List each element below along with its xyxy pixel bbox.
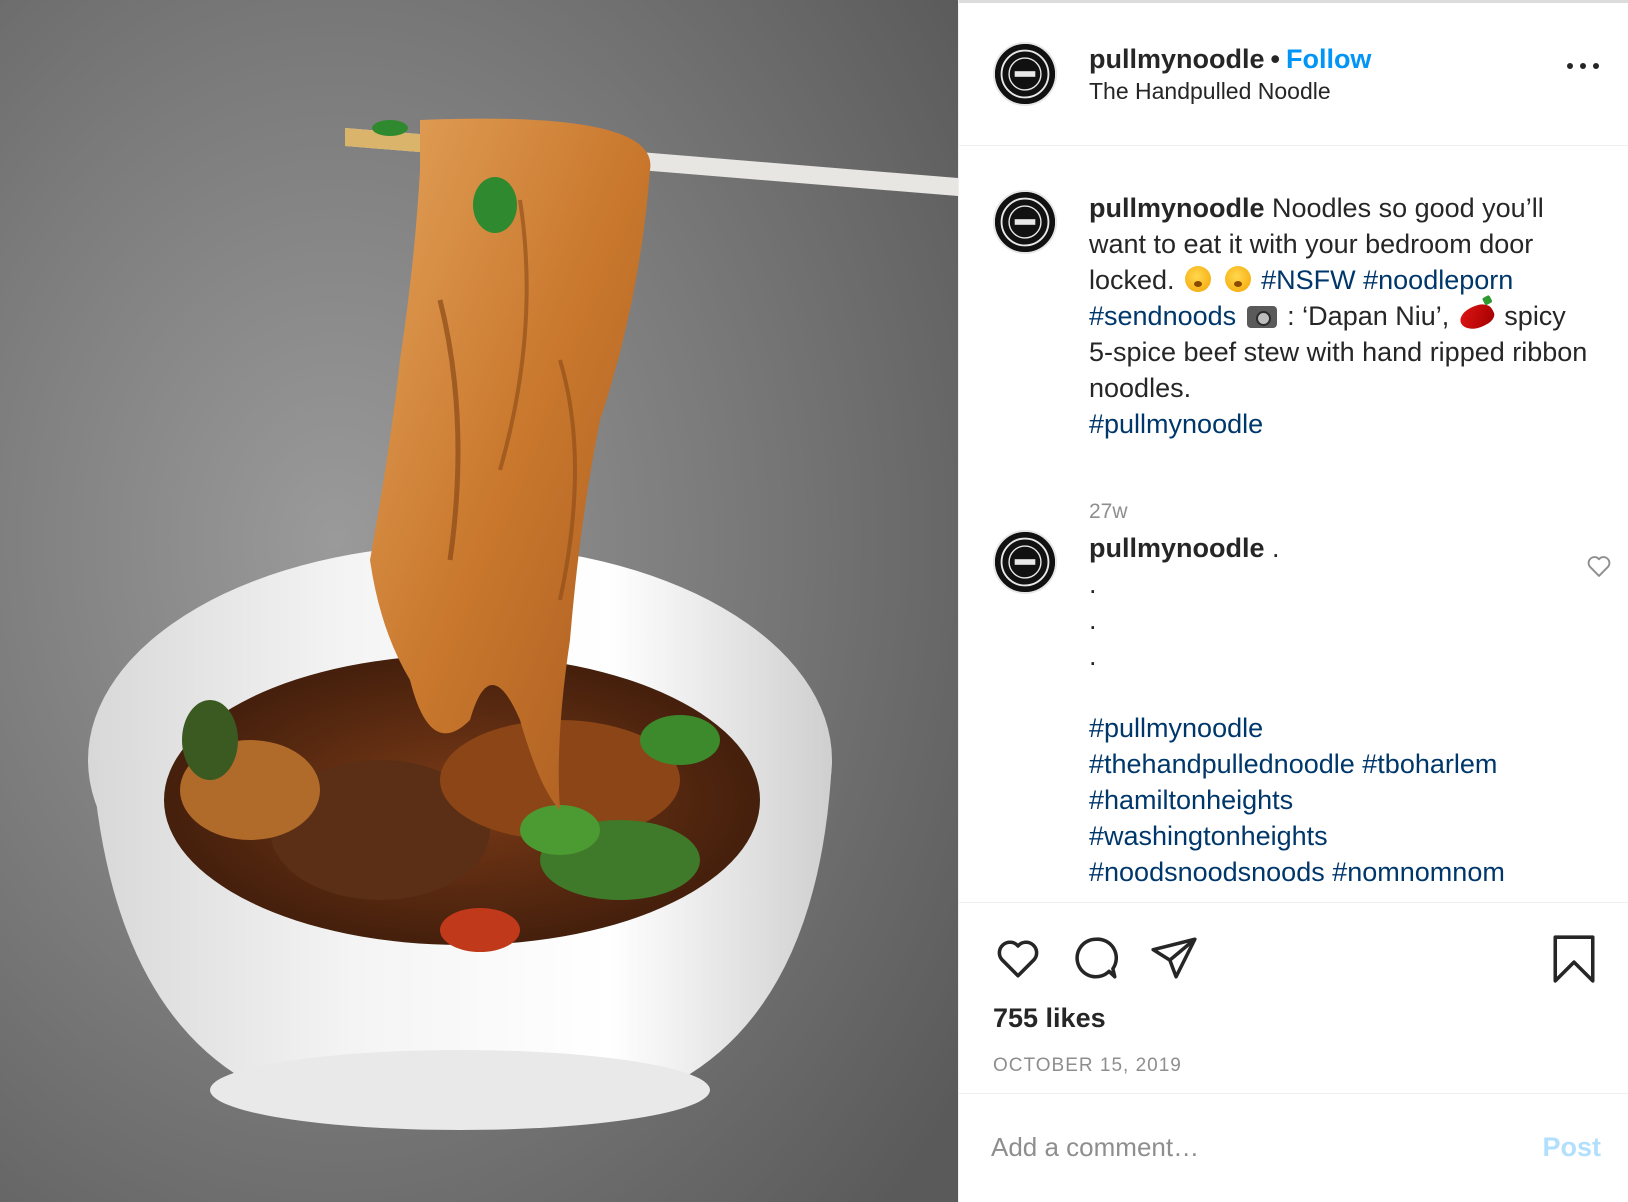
hashtag-link[interactable]: #thehandpullednoodle [1089, 749, 1355, 779]
shushing-face-icon [1185, 266, 1212, 292]
caption-text-2: : ‘Dapan Niu’, [1287, 301, 1450, 331]
save-bookmark-icon[interactable] [1549, 933, 1599, 983]
hashtag-link[interactable]: #tboharlem [1362, 749, 1497, 779]
hashtag-link[interactable]: #pullmynoodle [1089, 713, 1263, 743]
hashtag-link[interactable]: #noodsnoodsnoods [1089, 857, 1325, 887]
noodle-logo-icon [995, 44, 1055, 104]
caption-timestamp[interactable]: 27w [1089, 500, 1128, 524]
separator-dot: • [1270, 44, 1280, 74]
comment-dot: . [1089, 641, 1097, 671]
avatar[interactable] [993, 190, 1057, 254]
follow-button[interactable]: Follow [1286, 44, 1371, 74]
comment-dot: . [1089, 605, 1097, 635]
post-date[interactable]: OCTOBER 15, 2019 [993, 1055, 1182, 1077]
noodle-logo-icon [995, 192, 1055, 252]
hashtag-link[interactable]: #sendnoods [1089, 301, 1236, 331]
comment-like-heart-icon[interactable] [1585, 552, 1613, 580]
post-header: pullmynoodle • Follow The Handpulled Noodl… [959, 0, 1628, 146]
avatar[interactable] [993, 42, 1057, 106]
hashtag-link[interactable]: #NSFW [1261, 265, 1356, 295]
post-comment-button[interactable]: Post [1542, 1132, 1601, 1163]
chili-pepper-icon [1456, 299, 1497, 335]
like-heart-icon[interactable] [993, 933, 1043, 983]
post-photo[interactable] [0, 0, 958, 1202]
comment-input[interactable] [991, 1122, 1491, 1172]
more-options-icon[interactable] [1565, 56, 1601, 76]
hashtag-link[interactable]: #pullmynoodle [1089, 409, 1263, 439]
caption-text: pullmynoodle Noodles so good you’ll want… [1089, 190, 1589, 442]
hashtag-link[interactable]: #hamiltonheights [1089, 785, 1293, 815]
caption-username[interactable]: pullmynoodle [1089, 193, 1265, 223]
comment-dot: . [1089, 569, 1097, 599]
comment-text-start: . [1272, 533, 1280, 563]
comment-bubble-icon[interactable] [1071, 933, 1121, 983]
hashtag-link[interactable]: #washingtonheights [1089, 821, 1328, 851]
camera-flash-icon [1246, 306, 1277, 328]
post-actions: 755 likes OCTOBER 15, 2019 Post [959, 902, 1628, 1202]
noodle-logo-icon [995, 532, 1055, 592]
noodle-bowl-image [0, 0, 958, 1202]
avatar[interactable] [993, 530, 1057, 594]
share-paper-plane-icon[interactable] [1149, 933, 1199, 983]
post-username[interactable]: pullmynoodle [1089, 44, 1265, 74]
likes-count[interactable]: 755 likes [993, 1003, 1106, 1034]
face-icon [1224, 266, 1251, 292]
post-side-panel: pullmynoodle • Follow The Handpulled Noodl… [958, 0, 1628, 1202]
comments-list[interactable]: pullmynoodle Noodles so good you’ll want… [959, 146, 1628, 902]
comment-text: pullmynoodle . . . . #pullmynoodle #theh… [1089, 530, 1589, 890]
add-comment-bar: Post [959, 1093, 1628, 1202]
hashtag-link[interactable]: #noodleporn [1363, 265, 1513, 295]
hashtag-link[interactable]: #nomnomnom [1332, 857, 1505, 887]
comment-username[interactable]: pullmynoodle [1089, 533, 1265, 563]
post-author: pullmynoodle • Follow [1089, 42, 1371, 76]
post-location[interactable]: The Handpulled Noodle [1089, 78, 1331, 105]
